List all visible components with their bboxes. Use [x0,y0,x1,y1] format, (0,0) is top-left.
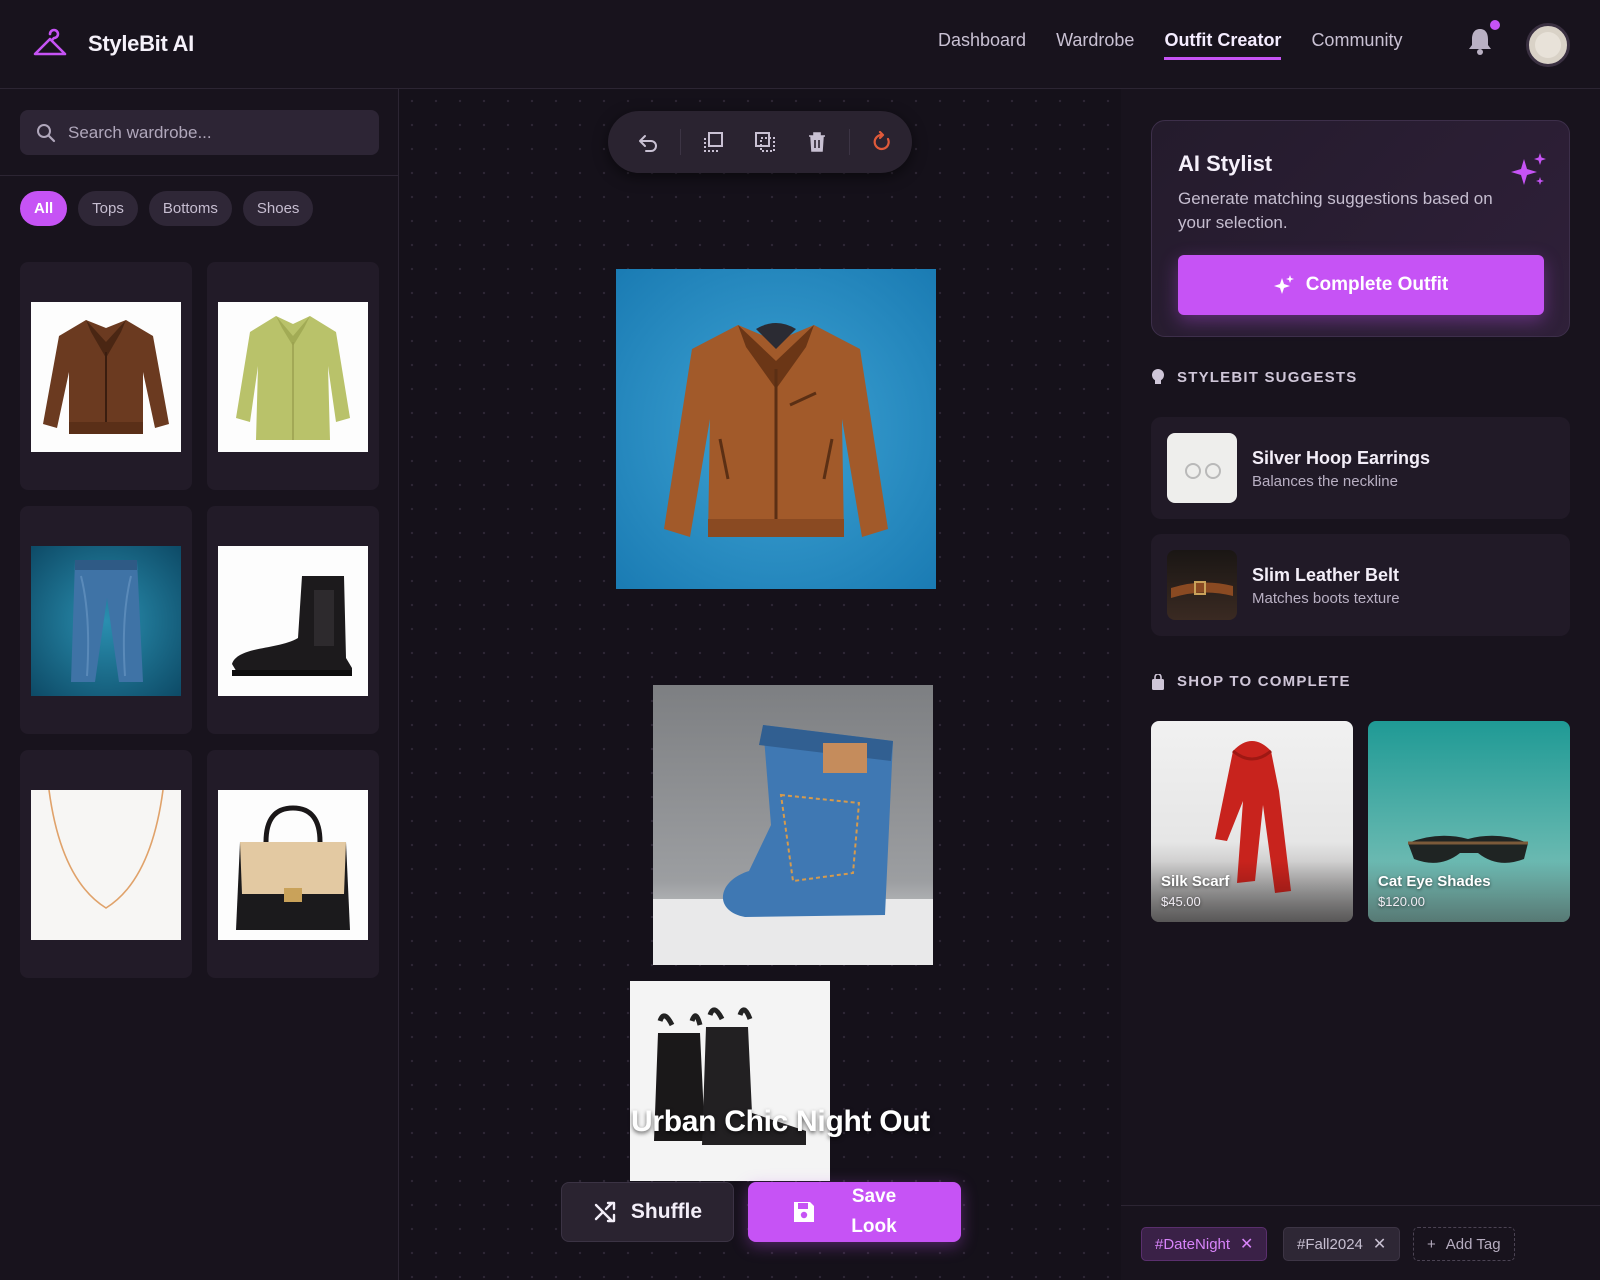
shop-item-shades[interactable]: Cat Eye Shades $120.00 [1368,721,1570,922]
shop-item-name: Silk Scarf [1161,873,1230,890]
search-box[interactable] [20,110,379,155]
remove-tag-icon[interactable]: ✕ [1373,1234,1386,1254]
add-tag-button[interactable]: + Add Tag [1413,1227,1515,1261]
suggestion-name: Silver Hoop Earrings [1252,448,1431,468]
suggestion-belt[interactable]: Slim Leather Belt Matches boots texture [1151,534,1570,636]
shop-item-price: $45.00 [1161,894,1201,909]
save-look-button[interactable]: Save Look [748,1182,961,1242]
filter-chips: All Tops Bottoms Shoes [20,191,314,226]
nav-dashboard[interactable]: Dashboard [938,30,1026,60]
bring-forward-button[interactable] [687,116,739,168]
bring-forward-icon [704,132,723,152]
brand[interactable]: StyleBit AI [32,26,194,62]
wardrobe-item-boot[interactable] [207,506,379,734]
belt-thumbnail [1167,550,1237,620]
jacket-image [31,302,181,452]
shop-item-scarf[interactable]: Silk Scarf $45.00 [1151,721,1353,922]
lightbulb-icon [1152,369,1164,384]
bell-icon[interactable] [1466,26,1494,56]
wardrobe-sidebar: All Tops Bottoms Shoes [0,89,399,1280]
user-avatar[interactable] [1526,23,1570,67]
hanger-icon [33,28,67,56]
nav-outfit-creator[interactable]: Outfit Creator [1164,30,1282,60]
canvas-item-boots[interactable] [630,981,830,1181]
boot-image [218,546,368,696]
reset-icon [873,131,890,151]
filter-shoes[interactable]: Shoes [242,191,314,226]
canvas-toolbar [608,111,912,173]
shuffle-button[interactable]: Shuffle [561,1182,734,1242]
remove-tag-icon[interactable]: ✕ [1240,1234,1253,1254]
divider [0,175,399,176]
search-input[interactable] [68,122,358,143]
tag-fall2024[interactable]: #Fall2024 ✕ [1283,1227,1401,1261]
toolbar-separator [680,129,681,155]
suggestion-reason: Balances the neckline [1252,473,1398,490]
ai-stylist-card: AI Stylist Generate matching suggestions… [1151,120,1570,337]
undo-icon [639,135,657,152]
outfit-title[interactable]: Urban Chic Night Out [400,1105,1121,1139]
app-name: StyleBit AI [88,31,194,56]
select-area-icon [755,132,775,152]
wardrobe-item-jeans[interactable] [20,506,192,734]
canvas-item-jacket[interactable] [616,269,936,589]
shop-heading: SHOP TO COMPLETE [1151,673,1351,690]
wardrobe-grid [20,262,379,978]
shades-image [1368,835,1570,922]
tag-bar: #DateNight ✕ #Fall2024 ✕ + Add Tag [1121,1205,1600,1280]
filter-bottoms[interactable]: Bottoms [148,191,232,226]
nav-community[interactable]: Community [1311,30,1402,60]
suggestions-heading: STYLEBIT SUGGESTS [1151,368,1357,386]
shuffle-icon [594,1201,616,1223]
search-icon [37,123,56,142]
jeans-image [31,546,181,696]
main-nav: Dashboard Wardrobe Outfit Creator Commun… [938,30,1402,60]
plus-icon: + [1427,1235,1436,1253]
delete-icon [809,132,825,152]
notification-dot [1490,20,1500,30]
handbag-image [218,790,368,940]
toolbar-separator [849,129,850,155]
shop-item-price: $120.00 [1378,894,1425,909]
delete-button[interactable] [791,116,843,168]
suggestions-heading-text: STYLEBIT SUGGESTS [1177,368,1358,386]
tag-label: #Fall2024 [1297,1235,1363,1253]
scarf-image [1151,741,1353,922]
ai-stylist-description: Generate matching suggestions based on y… [1178,189,1493,232]
shopping-bag-icon [1152,673,1164,690]
right-panel: AI Stylist Generate matching suggestions… [1121,89,1600,1280]
sparkle-icon [1273,275,1294,294]
outfit-canvas[interactable]: Urban Chic Night Out Shuffle Save Look [400,89,1121,1280]
sparkles-icon [1511,153,1546,185]
save-label: Save Look [851,1186,897,1237]
reset-button[interactable] [856,116,908,168]
wardrobe-item-jacket[interactable] [20,262,192,490]
save-icon [794,1202,814,1222]
filter-all[interactable]: All [20,191,68,226]
filter-tops[interactable]: Tops [78,191,138,226]
complete-outfit-button[interactable]: Complete Outfit [1178,255,1544,315]
tag-datenight[interactable]: #DateNight ✕ [1141,1227,1268,1261]
shuffle-label: Shuffle [630,1200,703,1223]
wardrobe-item-handbag[interactable] [207,750,379,978]
complete-outfit-label: Complete Outfit [1305,274,1449,295]
nav-wardrobe[interactable]: Wardrobe [1056,30,1134,60]
shop-item-name: Cat Eye Shades [1378,873,1491,890]
top-header: StyleBit AI Dashboard Wardrobe Outfit Cr… [0,0,1600,89]
shop-heading-text: SHOP TO COMPLETE [1177,673,1351,690]
add-tag-label: Add Tag [1445,1235,1501,1253]
wardrobe-item-necklace[interactable] [20,750,192,978]
suggestion-name: Slim Leather Belt [1252,565,1400,585]
suggestion-earrings[interactable]: Silver Hoop Earrings Balances the neckli… [1151,417,1570,519]
tag-label: #DateNight [1155,1235,1231,1253]
wardrobe-item-blouse[interactable] [207,262,379,490]
earrings-thumbnail [1167,433,1237,503]
ai-stylist-title: AI Stylist [1178,151,1273,176]
select-area-button[interactable] [739,116,791,168]
undo-button[interactable] [622,116,674,168]
blouse-image [218,302,368,452]
necklace-image [31,790,181,940]
canvas-item-jeans[interactable] [653,685,933,965]
suggestion-reason: Matches boots texture [1252,590,1400,607]
